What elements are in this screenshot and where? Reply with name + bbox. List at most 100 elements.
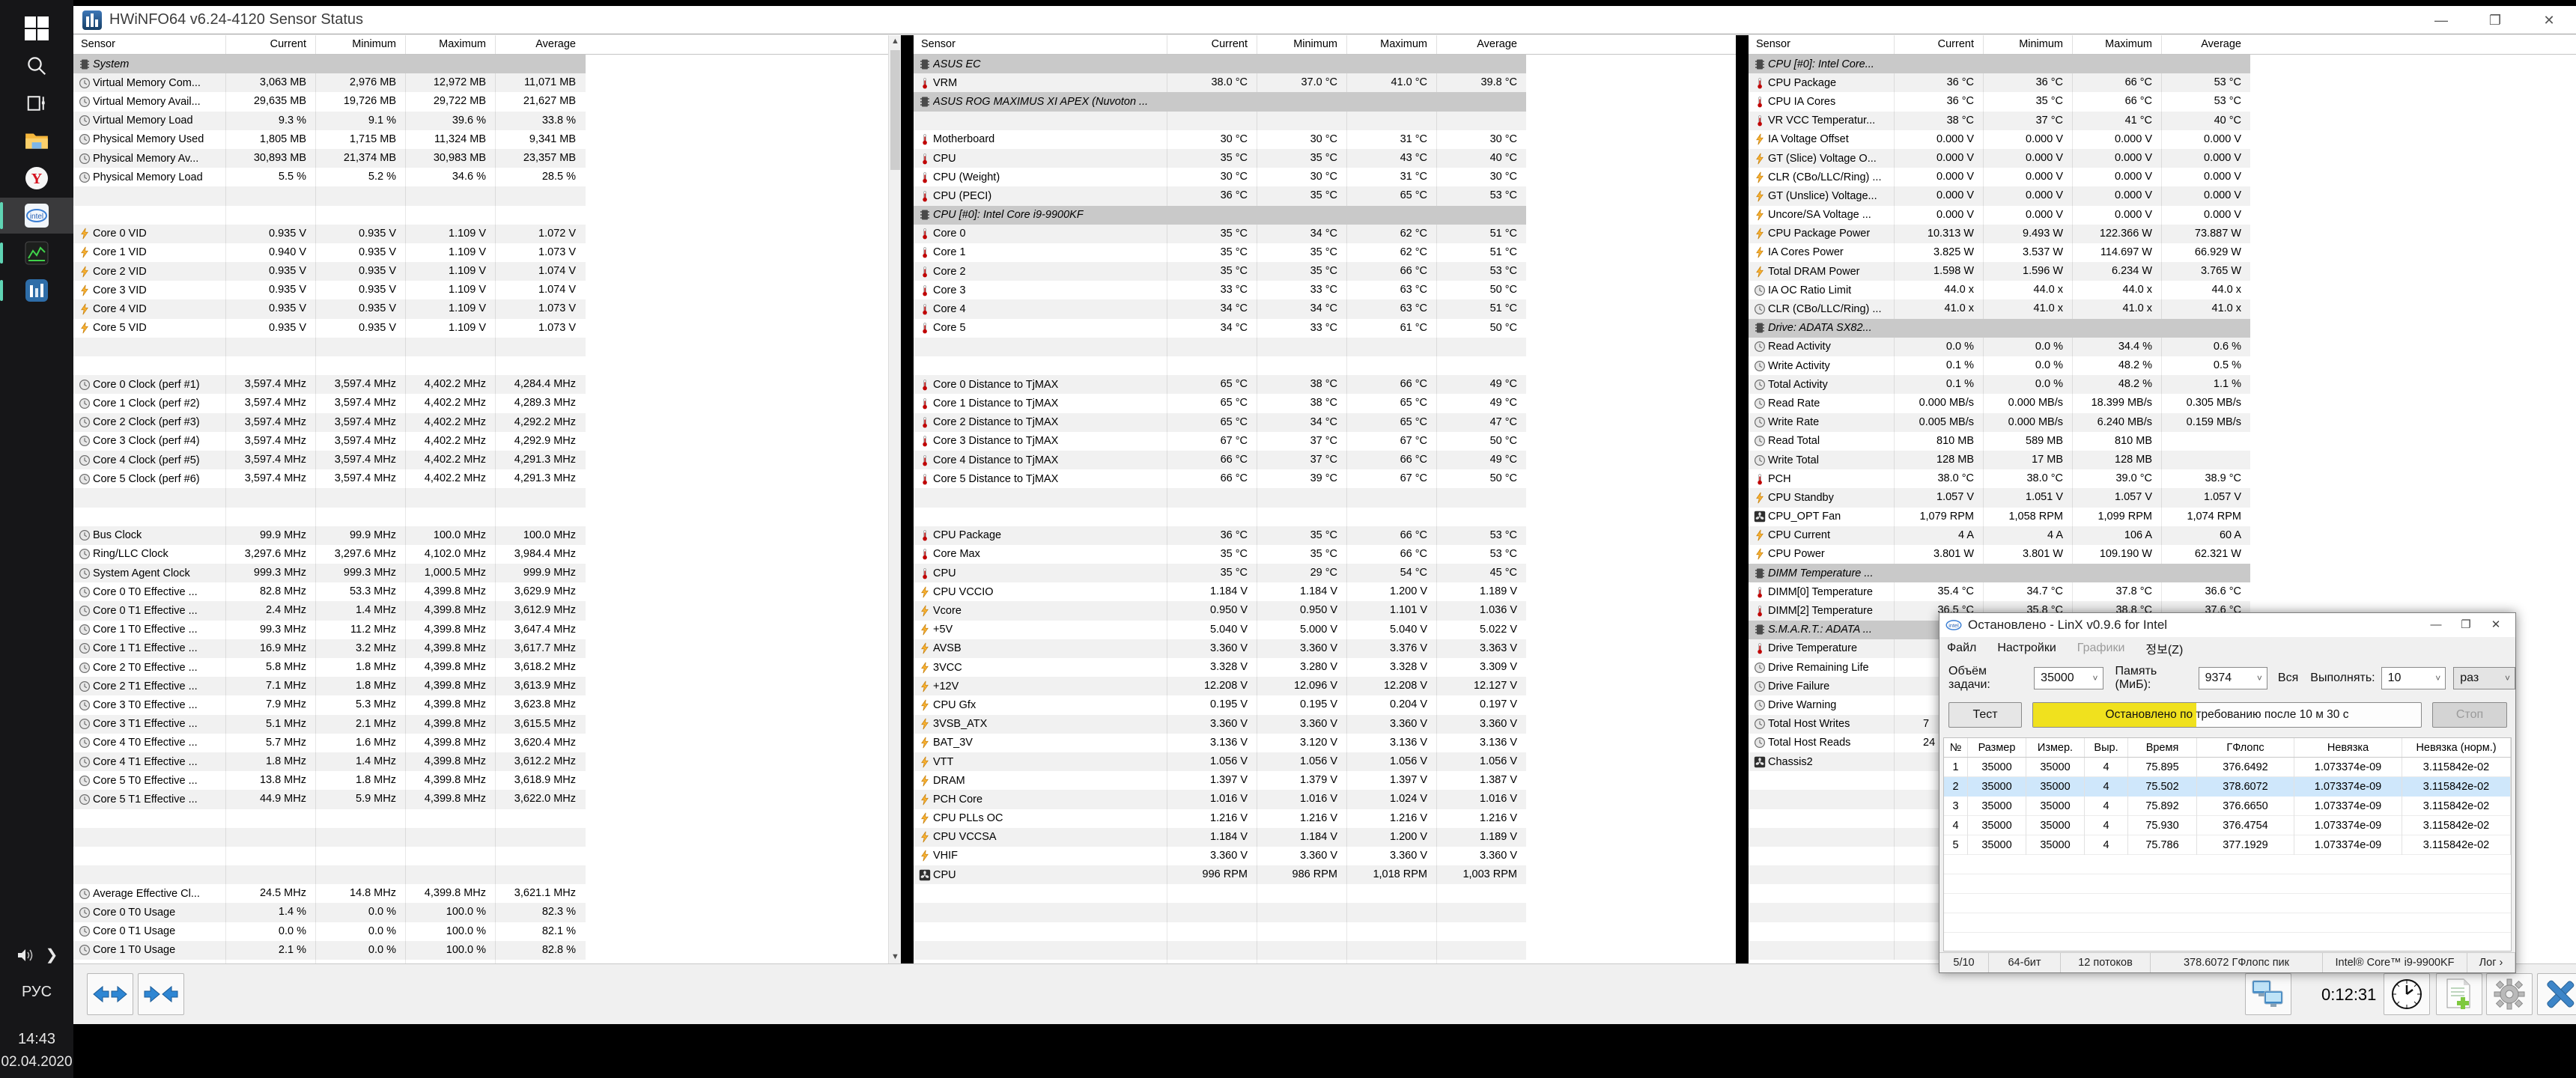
sensor-row[interactable]: +5V5.040 V5.000 V5.040 V5.022 V (914, 621, 1736, 639)
sensor-row[interactable]: CPU (Weight)30 °C30 °C31 °C30 °C (914, 168, 1736, 186)
sensor-row[interactable]: CPU Package36 °C35 °C66 °C53 °C (914, 526, 1736, 545)
panel1-scrollbar[interactable]: ▲ ▼ (888, 35, 901, 963)
sensor-row[interactable]: Core 0 Distance to TjMAX65 °C38 °C66 °C4… (914, 375, 1736, 394)
sensor-row[interactable]: Core 5 T0 Effective ...13.8 MHz1.8 MHz4,… (73, 771, 901, 790)
sensor-row[interactable]: Virtual Memory Com...3,063 MB2,976 MB12,… (73, 73, 901, 92)
sensor-row[interactable]: CPU VCCSA1.184 V1.184 V1.200 V1.189 V (914, 828, 1736, 847)
results-row[interactable]: 33500035000475.892376.66501.073374e-093.… (1944, 797, 2511, 816)
sensor-row[interactable]: BAT_3V3.136 V3.120 V3.136 V3.136 V (914, 734, 1736, 752)
all-memory-label[interactable]: Вся (2278, 672, 2298, 685)
results-header-7[interactable]: Невязка (норм.) (2402, 738, 2511, 757)
log-button[interactable]: Лог › (2467, 953, 2515, 972)
sensor-row[interactable]: CPU PLLs OC1.216 V1.216 V1.216 V1.216 V (914, 809, 1736, 828)
settings-button[interactable] (2486, 973, 2533, 1015)
sensor-row[interactable]: Total DRAM Power1.598 W1.596 W6.234 W3.7… (1749, 262, 2576, 281)
section-row[interactable]: ASUS ROG MAXIMUS XI APEX (Nuvoton ... (914, 92, 1736, 111)
speaker-icon[interactable] (16, 947, 35, 963)
section-row[interactable]: ASUS EC (914, 55, 1736, 73)
taskbar-aida-button[interactable] (0, 235, 73, 271)
column-header-sensor[interactable]: Sensor (1749, 35, 1894, 54)
sensor-row[interactable]: Core 2 Clock (perf #3)3,597.4 MHz3,597.4… (73, 413, 901, 432)
expand-columns-button[interactable] (87, 973, 133, 1015)
section-row[interactable]: CPU [#0]: Intel Core i9-9900KF (914, 206, 1736, 225)
sensor-row[interactable]: CPU VCCIO1.184 V1.184 V1.200 V1.189 V (914, 582, 1736, 601)
column-header-minimum[interactable]: Minimum (1257, 35, 1346, 54)
sensor-row[interactable]: IA OC Ratio Limit44.0 x44.0 x44.0 x44.0 … (1749, 281, 2576, 299)
sensor-row[interactable]: CPU IA Cores36 °C35 °C66 °C53 °C (1749, 92, 2576, 111)
sensor-row[interactable]: Physical Memory Av...30,893 MB21,374 MB3… (73, 149, 901, 168)
sensor-row[interactable]: Average Effective Cl...24.5 MHz14.8 MHz4… (73, 884, 901, 903)
sensor-row[interactable]: Core 2 Distance to TjMAX65 °C34 °C65 °C4… (914, 413, 1736, 432)
sensor-row[interactable]: Core 1 T0 Effective ...99.3 MHz11.2 MHz4… (73, 621, 901, 639)
sensor-row[interactable]: Read Total810 MB589 MB810 MB (1749, 432, 2576, 451)
sensor-row[interactable]: Core 434 °C34 °C63 °C51 °C (914, 299, 1736, 318)
linx-maximize-button[interactable]: ❐ (2451, 613, 2481, 637)
sensor-row[interactable]: Core 1 VID0.940 V0.935 V1.109 V1.073 V (73, 243, 901, 262)
results-row[interactable]: 53500035000475.786377.19291.073374e-093.… (1944, 835, 2511, 855)
hwinfo-titlebar[interactable]: HWiNFO64 v6.24-4120 Sensor Status — ❐ ✕ (73, 6, 2576, 34)
sensor-row[interactable]: CPU35 °C29 °C54 °C45 °C (914, 564, 1736, 582)
sensor-row[interactable]: CPU996 RPM986 RPM1,018 RPM1,003 RPM (914, 865, 1736, 884)
scroll-down-arrow[interactable]: ▼ (889, 951, 901, 963)
sensor-row[interactable]: Core 333 °C33 °C63 °C50 °C (914, 281, 1736, 299)
column-header-sensor[interactable]: Sensor (73, 35, 225, 54)
sensor-row[interactable]: Core 3 T1 Effective ...5.1 MHz2.1 MHz4,3… (73, 715, 901, 734)
sensor-row[interactable]: Core 5 T1 Effective ...44.9 MHz5.9 MHz4,… (73, 790, 901, 808)
collapse-columns-button[interactable] (138, 973, 184, 1015)
sensor-row[interactable]: Write Total128 MB17 MB128 MB (1749, 451, 2576, 469)
column-header-average[interactable]: Average (495, 35, 585, 54)
results-header-6[interactable]: Невязка (2294, 738, 2402, 757)
sensor-row[interactable]: Bus Clock99.9 MHz99.9 MHz100.0 MHz100.0 … (73, 526, 901, 545)
menu-item-настройки[interactable]: Настройки (1997, 642, 2056, 655)
sensor-row[interactable]: Virtual Memory Load9.3 %9.1 %39.6 %33.8 … (73, 112, 901, 130)
sensor-row[interactable]: CPU Package Power10.313 W9.493 W122.366 … (1749, 225, 2576, 243)
column-header-current[interactable]: Current (1894, 35, 1983, 54)
stop-button[interactable]: Стоп (2432, 702, 2507, 728)
sensor-row[interactable]: Read Rate0.000 MB/s0.000 MB/s18.399 MB/s… (1749, 394, 2576, 412)
section-row[interactable]: System (73, 55, 901, 73)
results-row[interactable]: 13500035000475.895376.64921.073374e-093.… (1944, 758, 2511, 777)
clock-time[interactable]: 14:43 (0, 1031, 73, 1048)
column-header-current[interactable]: Current (225, 35, 315, 54)
section-row[interactable]: DIMM Temperature ... (1749, 564, 2576, 582)
column-header-average[interactable]: Average (2161, 35, 2250, 54)
section-row[interactable]: Drive: ADATA SX82... (1749, 319, 2576, 338)
sensor-row[interactable]: PCH Core1.016 V1.016 V1.024 V1.016 V (914, 790, 1736, 808)
column-header-current[interactable]: Current (1167, 35, 1257, 54)
sensor-row[interactable]: +12V12.208 V12.096 V12.208 V12.127 V (914, 677, 1736, 695)
sensor-row[interactable]: VR VCC Temperatur...38 °C37 °C41 °C40 °C (1749, 112, 2576, 130)
sensor-row[interactable]: Core 0 T0 Effective ...82.8 MHz53.3 MHz4… (73, 582, 901, 601)
sensor-row[interactable]: CLR (CBo/LLC/Ring) ...0.000 V0.000 V0.00… (1749, 168, 2576, 186)
sensor-row[interactable]: Core 2 VID0.935 V0.935 V1.109 V1.074 V (73, 262, 901, 281)
linx-minimize-button[interactable]: — (2421, 613, 2451, 637)
sensor-row[interactable]: System Agent Clock999.3 MHz999.3 MHz1,00… (73, 564, 901, 582)
sensor-row[interactable]: Total Activity0.1 %0.0 %48.2 %1.1 % (1749, 375, 2576, 394)
sensor-row[interactable]: Core 3 Distance to TjMAX67 °C37 °C67 °C5… (914, 432, 1736, 451)
taskbar-linx-button[interactable]: intel (0, 198, 73, 234)
sensor-row[interactable]: CPU (PECI)36 °C35 °C65 °C53 °C (914, 186, 1736, 205)
results-header-0[interactable]: № (1944, 738, 1968, 757)
sensor-row[interactable]: 3VCC3.328 V3.280 V3.328 V3.309 V (914, 658, 1736, 677)
sensor-row[interactable]: GT (Unslice) Voltage...0.000 V0.000 V0.0… (1749, 186, 2576, 205)
sensor-row[interactable]: Core 0 VID0.935 V0.935 V1.109 V1.072 V (73, 225, 901, 243)
menu-item-файл[interactable]: Файл (1947, 642, 1976, 655)
sensor-row[interactable]: PCH38.0 °C38.0 °C39.0 °C38.9 °C (1749, 469, 2576, 488)
sensor-row[interactable]: VHIF3.360 V3.360 V3.360 V3.360 V (914, 847, 1736, 865)
sensor-row[interactable]: Core Max35 °C35 °C66 °C53 °C (914, 545, 1736, 564)
sensor-row[interactable]: Physical Memory Used1,805 MB1,715 MB11,3… (73, 130, 901, 149)
taskbar-hwinfo-button[interactable] (0, 272, 73, 308)
sensor-row[interactable]: CPU Package36 °C36 °C66 °C53 °C (1749, 73, 2576, 92)
sensor-row[interactable]: Core 1 Clock (perf #2)3,597.4 MHz3,597.4… (73, 394, 901, 412)
column-header-sensor[interactable]: Sensor (914, 35, 1167, 54)
sensor-row[interactable]: 3VSB_ATX3.360 V3.360 V3.360 V3.360 V (914, 715, 1736, 734)
sensor-row[interactable]: Ring/LLC Clock3,297.6 MHz3,297.6 MHz4,10… (73, 545, 901, 564)
menu-item-정보(z)[interactable]: 정보(Z) (2145, 639, 2183, 657)
sensor-row[interactable]: Core 0 T1 Effective ...2.4 MHz1.4 MHz4,3… (73, 601, 901, 620)
column-header-maximum[interactable]: Maximum (405, 35, 495, 54)
sensor-row[interactable]: Core 0 Clock (perf #1)3,597.4 MHz3,597.4… (73, 375, 901, 394)
sensor-row[interactable]: DRAM1.397 V1.379 V1.397 V1.387 V (914, 771, 1736, 790)
results-header-5[interactable]: ГФлопс (2197, 738, 2294, 757)
task-view-button[interactable] (0, 85, 73, 121)
maximize-button[interactable]: ❐ (2468, 6, 2522, 34)
sensor-row[interactable]: DIMM[0] Temperature35.4 °C34.7 °C37.8 °C… (1749, 582, 2576, 601)
